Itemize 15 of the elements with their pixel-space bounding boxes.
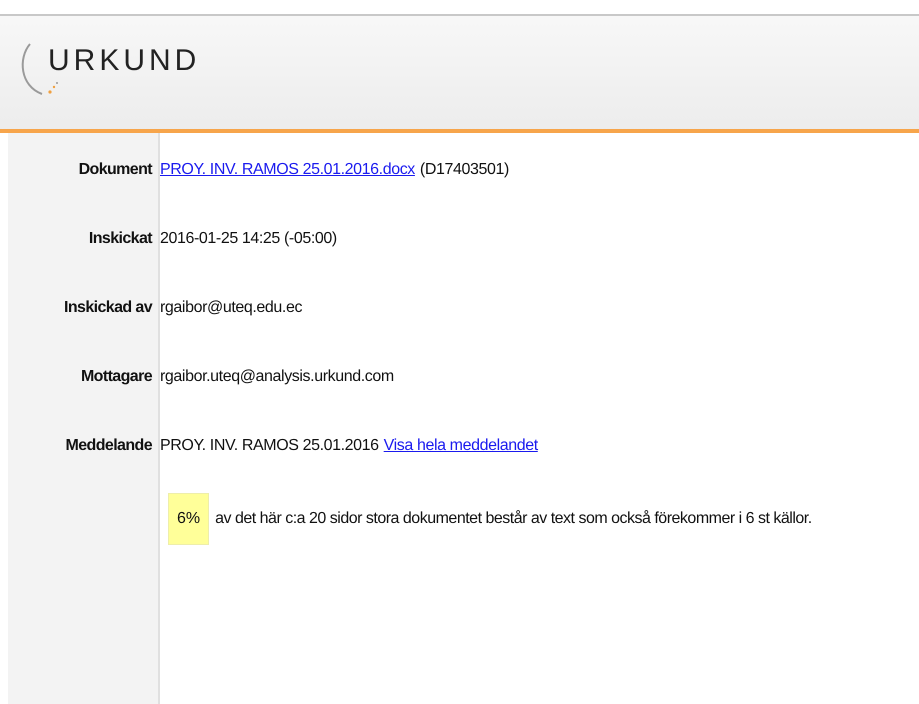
field-label: Inskickat <box>88 230 154 248</box>
summary-text: av det här c:a 20 sidor stora dokumentet består av text som också förekommer i 6 st källor. <box>215 510 812 528</box>
field-value: rgaibor@uteq.edu.ec <box>160 299 302 317</box>
field-label: Dokument <box>78 161 154 179</box>
field-value: rgaibor.uteq@analysis.urkund.com <box>160 368 394 386</box>
field-value: PROY. INV. RAMOS 25.01.2016 <box>160 437 379 455</box>
field-label: Meddelande <box>64 437 153 455</box>
field-label: Inskickad av <box>63 299 154 317</box>
field-value: (D17403501) <box>420 161 509 179</box>
percentage-badge: 6% <box>168 493 210 545</box>
field-value: 2016-01-25 14:25 (-05:00) <box>160 230 337 248</box>
field-label: Mottagare <box>80 368 153 386</box>
document-link[interactable]: PROY. INV. RAMOS 25.01.2016.docx <box>160 161 415 179</box>
document-link[interactable]: Visa hela meddelandet <box>384 437 538 455</box>
logo-text: URKUND <box>48 44 200 78</box>
